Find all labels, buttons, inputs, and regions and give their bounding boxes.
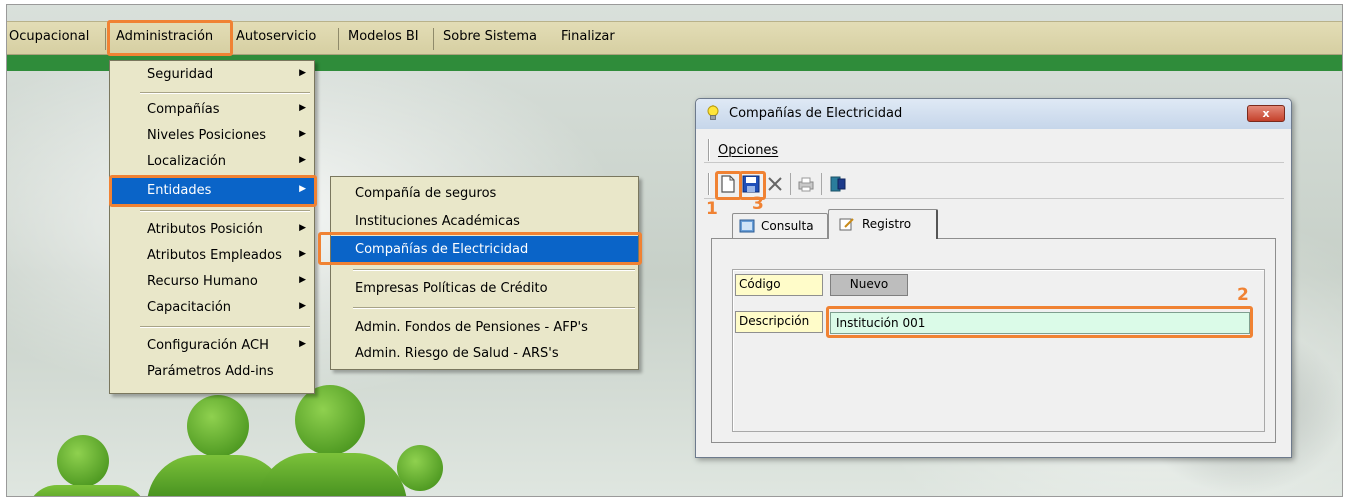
menu-item-label: Configuración ACH	[147, 338, 269, 353]
companias-electricidad-dialog: Compañías de Electricidad x Opciones 1 3…	[695, 98, 1292, 458]
menu-separator	[140, 326, 310, 328]
exit-icon[interactable]	[828, 174, 848, 194]
menu-item-seguridad[interactable]: Seguridad ▶	[110, 62, 314, 88]
menu-opciones[interactable]: Opciones	[718, 143, 778, 158]
menu-item-compania-seguros[interactable]: Compañía de seguros	[331, 180, 638, 207]
menu-item-capacitacion[interactable]: Capacitación ▶	[110, 295, 314, 321]
submenu-arrow-icon: ▶	[299, 68, 306, 78]
menu-separator	[140, 92, 310, 94]
menu-item-label: Compañía de seguros	[355, 186, 497, 201]
registro-tab-icon	[839, 218, 854, 231]
submenu-arrow-icon: ▶	[299, 301, 306, 311]
highlight-administracion	[107, 20, 233, 56]
menu-opciones-label: Opciones	[718, 143, 779, 158]
menu-separator	[105, 28, 106, 50]
close-button[interactable]: x	[1247, 105, 1285, 122]
administracion-dropdown: Seguridad ▶ Compañías ▶ Niveles Posicion…	[109, 60, 315, 394]
print-icon[interactable]	[796, 174, 816, 194]
tab-consulta[interactable]: Consulta	[732, 213, 828, 238]
annotation-number-2: 2	[1237, 285, 1249, 305]
dialog-menubar: Opciones	[704, 137, 1284, 163]
submenu-arrow-icon: ▶	[299, 249, 306, 259]
menu-item-label: Seguridad	[147, 67, 214, 82]
highlight-companias-electricidad	[318, 232, 642, 265]
codigo-value: Nuevo	[830, 274, 908, 296]
menu-item-configuracion-ach[interactable]: Configuración ACH ▶	[110, 333, 314, 359]
menu-item-label: Recurso Humano	[147, 274, 258, 289]
menu-separator	[353, 307, 635, 309]
toolbar-grip	[708, 173, 710, 195]
annotation-number-3: 3	[752, 194, 764, 214]
menu-item-instituciones-academicas[interactable]: Instituciones Académicas	[331, 208, 638, 235]
menu-item-admin-riesgo-salud[interactable]: Admin. Riesgo de Salud - ARS's	[331, 340, 638, 367]
highlight-entidades	[109, 175, 317, 207]
entidades-submenu: Compañía de seguros Instituciones Académ…	[330, 176, 639, 370]
menu-item-atributos-posicion[interactable]: Atributos Posición ▶	[110, 217, 314, 243]
menu-item-atributos-empleados[interactable]: Atributos Empleados ▶	[110, 243, 314, 269]
menu-item-label: Instituciones Académicas	[355, 214, 520, 229]
submenu-arrow-icon: ▶	[299, 339, 306, 349]
menu-item-label: Capacitación	[147, 300, 232, 315]
registro-panel: Código Nuevo Descripción Institución 001	[711, 238, 1276, 443]
delete-icon[interactable]	[765, 174, 785, 194]
menu-item-niveles-posiciones[interactable]: Niveles Posiciones ▶	[110, 123, 314, 149]
menu-item-label: Localización	[147, 154, 227, 169]
menu-item-label: Admin. Riesgo de Salud - ARS's	[355, 346, 559, 361]
menu-item-admin-fondos-pensiones[interactable]: Admin. Fondos de Pensiones - AFP's	[331, 314, 638, 341]
highlight-new-button	[715, 171, 742, 200]
annotation-number-1: 1	[706, 199, 718, 219]
submenu-arrow-icon: ▶	[299, 155, 306, 165]
tab-registro-label: Registro	[862, 217, 912, 231]
menu-item-label: Niveles Posiciones	[147, 128, 266, 143]
menu-ocupacional[interactable]: Ocupacional	[9, 29, 89, 44]
highlight-descripcion-input	[826, 306, 1253, 338]
submenu-arrow-icon: ▶	[299, 223, 306, 233]
submenu-arrow-icon: ▶	[299, 103, 306, 113]
close-icon: x	[1262, 107, 1270, 120]
menu-item-empresas-politicas-credito[interactable]: Empresas Políticas de Crédito	[331, 275, 638, 302]
codigo-label: Código	[735, 274, 823, 296]
menu-finalizar[interactable]: Finalizar	[561, 29, 615, 44]
menu-autoservicio[interactable]: Autoservicio	[236, 29, 316, 44]
menu-separator	[338, 28, 339, 50]
menu-item-label: Parámetros Add-ins	[147, 364, 274, 379]
menu-item-label: Empresas Políticas de Crédito	[355, 281, 548, 296]
dialog-title: Compañías de Electricidad	[729, 106, 903, 121]
descripcion-label: Descripción	[735, 311, 823, 333]
menu-separator	[433, 28, 434, 50]
menu-item-label: Compañías	[147, 102, 220, 117]
lightbulb-icon	[707, 105, 719, 120]
menu-separator	[353, 269, 635, 271]
menu-item-label: Atributos Posición	[147, 222, 263, 237]
submenu-arrow-icon: ▶	[299, 129, 306, 139]
application-window: Ocupacional Administración Autoservicio …	[6, 4, 1343, 497]
menu-item-parametros-add-ins[interactable]: Parámetros Add-ins	[110, 359, 314, 385]
toolbar-separator	[821, 173, 822, 195]
dialog-toolbar	[704, 169, 1284, 199]
form-area: Código Nuevo Descripción Institución 001	[732, 269, 1265, 432]
menu-separator	[140, 210, 310, 212]
tab-consulta-label: Consulta	[761, 219, 814, 233]
menu-modelos-bi[interactable]: Modelos BI	[348, 29, 419, 44]
menu-item-label: Atributos Empleados	[147, 248, 282, 263]
toolbar-separator	[790, 173, 791, 195]
menu-item-localizacion[interactable]: Localización ▶	[110, 149, 314, 175]
submenu-arrow-icon: ▶	[299, 275, 306, 285]
menu-item-companias[interactable]: Compañías ▶	[110, 97, 314, 123]
dialog-titlebar[interactable]: Compañías de Electricidad x	[696, 99, 1291, 129]
tab-registro[interactable]: Registro	[828, 209, 938, 239]
background-people-graphic	[27, 385, 447, 496]
menu-item-label: Admin. Fondos de Pensiones - AFP's	[355, 320, 588, 335]
menu-grip	[708, 139, 710, 161]
menu-sobre-sistema[interactable]: Sobre Sistema	[443, 29, 537, 44]
menu-item-recurso-humano[interactable]: Recurso Humano ▶	[110, 269, 314, 295]
consulta-tab-icon	[739, 219, 755, 233]
